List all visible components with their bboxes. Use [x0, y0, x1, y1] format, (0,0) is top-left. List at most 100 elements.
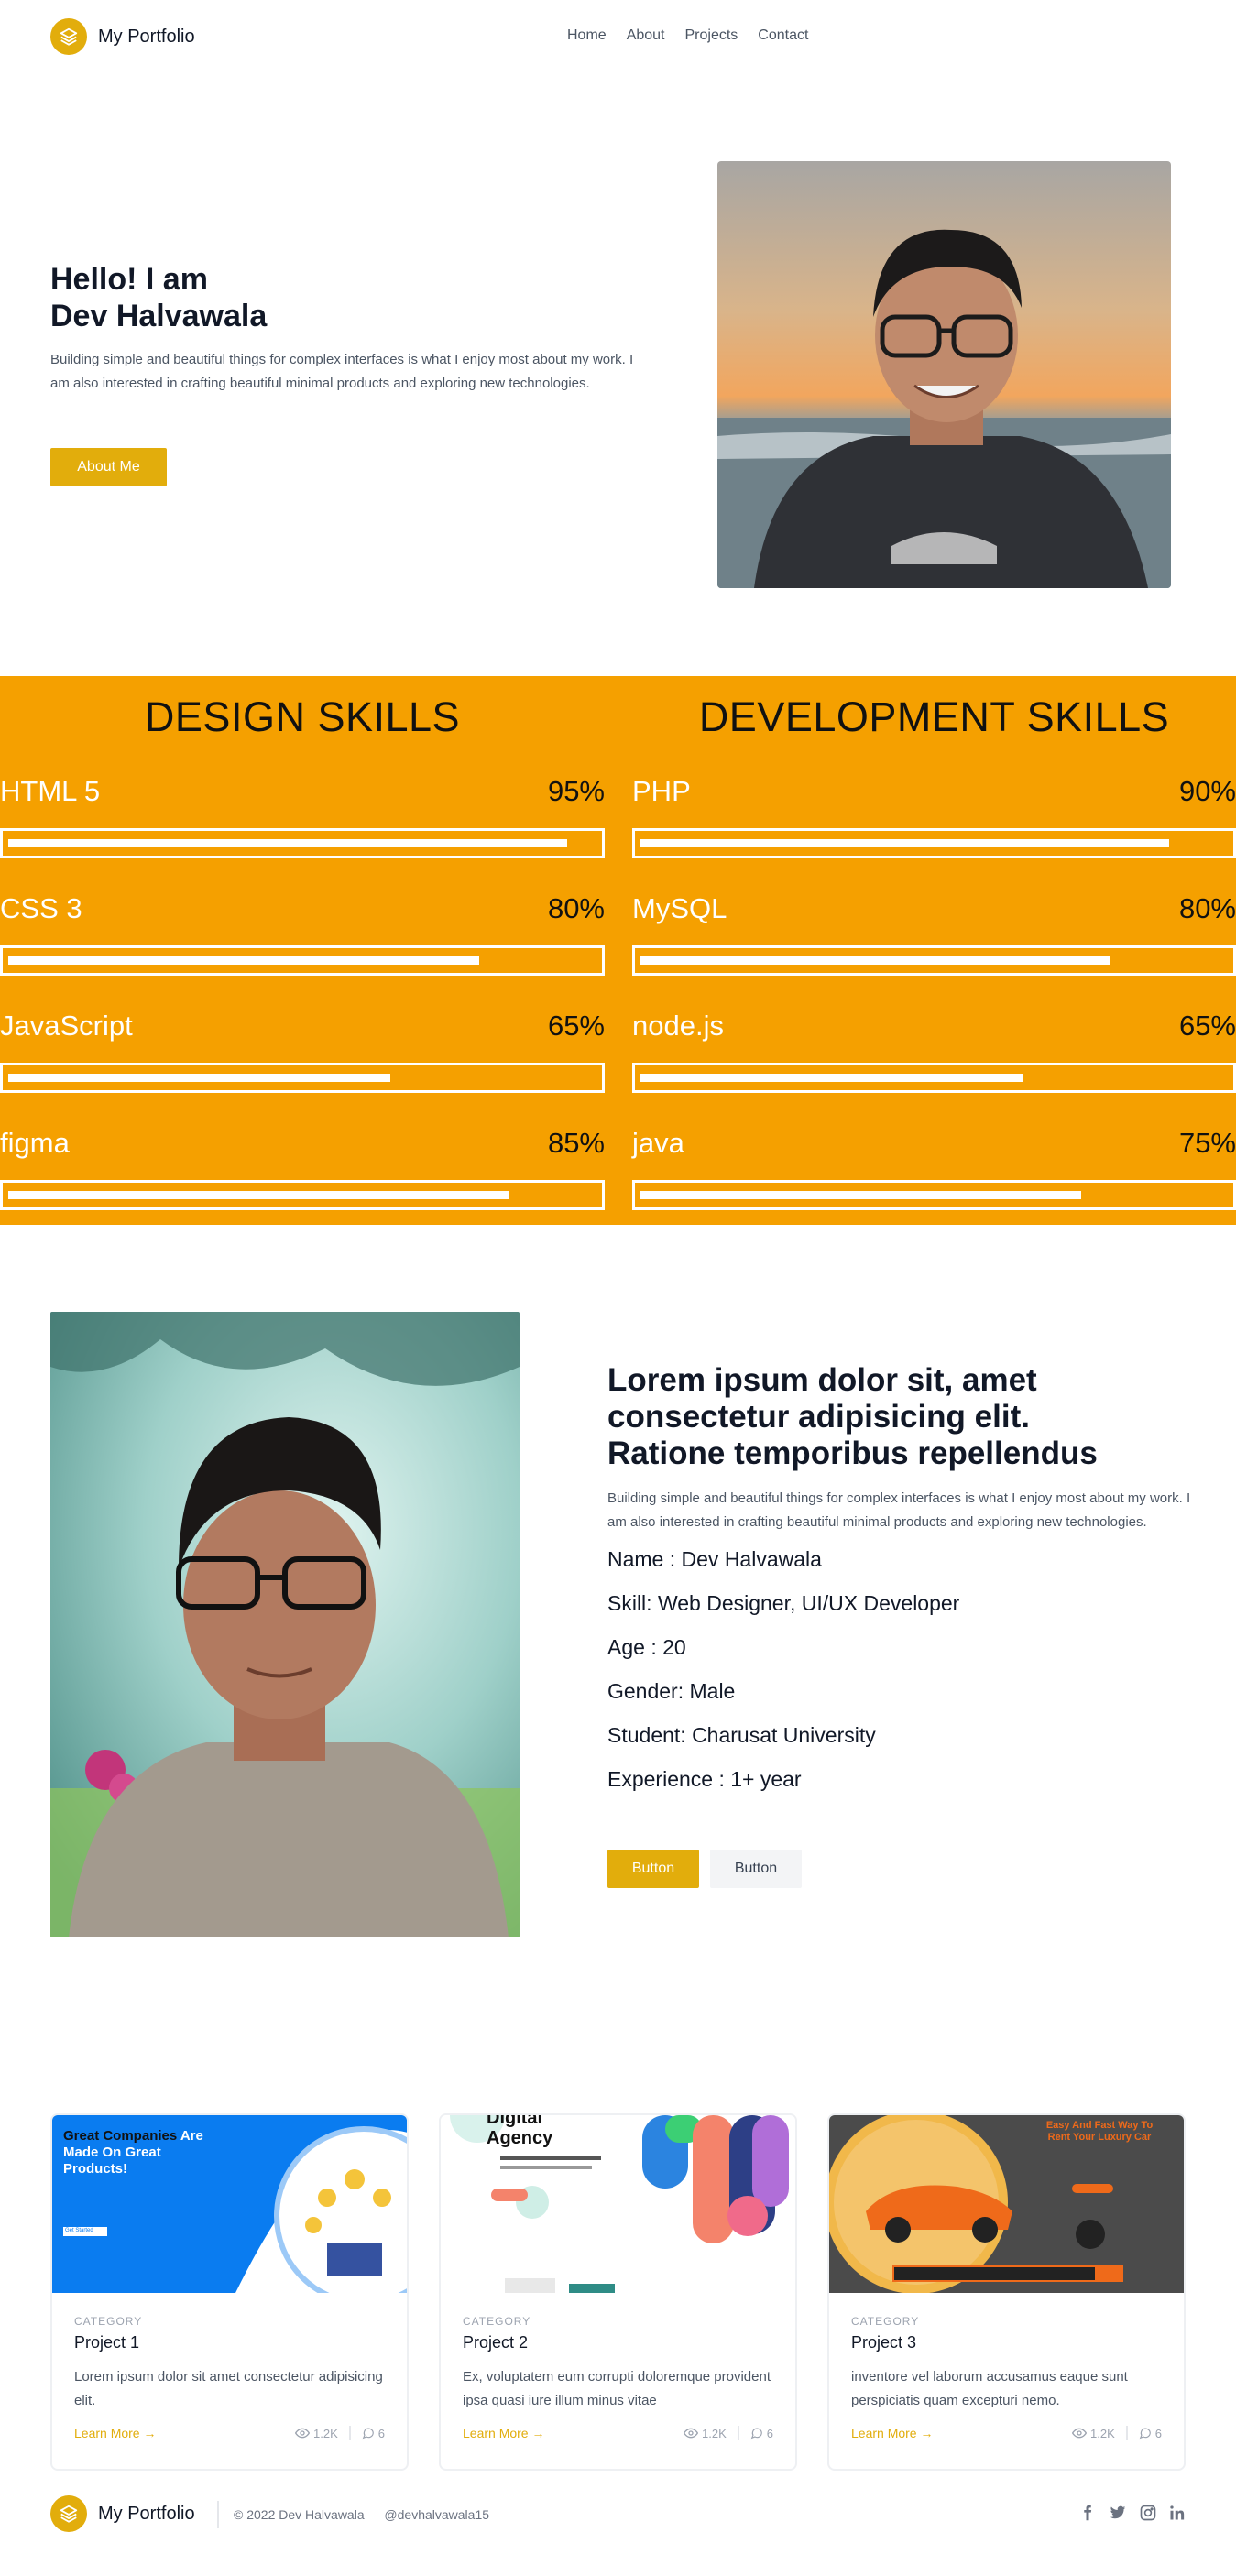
about-me-button[interactable]: About Me: [50, 448, 167, 486]
fact-experience: Experience : 1+ year: [607, 1767, 802, 1791]
skill-percent: 65%: [1178, 1010, 1236, 1042]
skill-progress-bar: [0, 1063, 605, 1093]
fact-gender: Gender: Male: [607, 1679, 736, 1703]
main-nav: Home About Projects Contact: [567, 27, 808, 44]
learn-more-label: Learn More: [74, 2426, 140, 2440]
thumb-cta: Get Started: [65, 2228, 93, 2233]
nav-contact[interactable]: Contact: [758, 27, 808, 44]
footer-logo-text: My Portfolio: [98, 2503, 195, 2524]
card-description: inventore vel laborum accusamus eaque su…: [851, 2369, 1128, 2408]
project-thumbnail: Easy And Fast Way To Rent Your Luxury Ca…: [829, 2115, 1184, 2293]
skill-percent: 85%: [547, 1127, 605, 1159]
card-title: Project 2: [463, 2333, 529, 2352]
skill-percent: 65%: [547, 1010, 605, 1042]
comment-icon: [750, 2428, 762, 2440]
about-description: Building simple and beautiful things for…: [607, 1490, 1191, 1530]
skill-name: MySQL: [632, 892, 727, 924]
footer-handle-link[interactable]: @devhalvawala15: [384, 2507, 489, 2522]
project-card[interactable]: Digital Agency CATEGORY Project 2 Ex, vo…: [439, 2113, 797, 2471]
card-category: CATEGORY: [463, 2315, 531, 2328]
thumb-text: Easy And Fast Way To: [1045, 2120, 1154, 2131]
thumb-text: Made On Great: [63, 2145, 161, 2160]
comment-icon: [1139, 2428, 1151, 2440]
skills-section: DESIGN SKILLS HTML 5 95% CSS 3 80% JavaS…: [0, 676, 1236, 1225]
comment-icon: [362, 2428, 374, 2440]
design-skills-heading: DESIGN SKILLS: [144, 693, 461, 740]
skill-percent: 75%: [1178, 1127, 1236, 1159]
skill-progress-fill: [640, 956, 1110, 965]
card-body: CATEGORY Project 1 Lorem ipsum dolor sit…: [52, 2293, 407, 2440]
hero-title: Hello! I am Dev Halvawala: [50, 261, 267, 334]
instagram-icon[interactable]: [1140, 2505, 1156, 2521]
about-title-line1: Lorem ipsum dolor sit, amet: [607, 1362, 1037, 1398]
thumb-headline: Digital Agency: [487, 2115, 552, 2148]
card-stats: 1.2K 6: [1072, 2426, 1162, 2440]
skill-progress-bar: [632, 828, 1236, 858]
skill-percent: 80%: [1178, 892, 1236, 924]
views-count: 1.2K: [313, 2426, 338, 2440]
twitter-icon[interactable]: [1109, 2505, 1127, 2521]
thumb-text: Great Companies: [63, 2128, 178, 2144]
skill-item: JavaScript 65%: [0, 988, 605, 1105]
hero-photo: [717, 161, 1171, 588]
thumb-text: Digital: [487, 2115, 543, 2128]
linkedin-icon[interactable]: [1169, 2505, 1186, 2521]
nav-home[interactable]: Home: [567, 27, 607, 44]
primary-button[interactable]: Button: [607, 1850, 699, 1888]
nav-about[interactable]: About: [627, 27, 665, 44]
development-skills: DEVELOPMENT SKILLS PHP 90% MySQL 80% nod…: [632, 676, 1236, 1222]
skill-progress-fill: [640, 1191, 1081, 1199]
about-buttons: Button Button: [607, 1850, 802, 1888]
social-links: [1079, 2505, 1186, 2521]
views-count: 1.2K: [1090, 2426, 1115, 2440]
thumb-text: Rent Your Luxury Car: [1047, 2132, 1152, 2143]
design-skills: DESIGN SKILLS HTML 5 95% CSS 3 80% JavaS…: [0, 676, 605, 1222]
card-footer: Learn More → 1.2K 6: [74, 2426, 385, 2440]
card-title: Project 1: [74, 2333, 140, 2352]
facebook-icon[interactable]: [1079, 2505, 1096, 2521]
learn-more-link[interactable]: Learn More →: [74, 2426, 156, 2440]
logo-stack-icon: [50, 18, 87, 55]
skill-name: PHP: [632, 775, 691, 807]
card-footer: Learn More → 1.2K 6: [851, 2426, 1162, 2440]
views-count: 1.2K: [702, 2426, 727, 2440]
arrow-right-icon: →: [143, 2426, 157, 2440]
hero-description: Building simple and beautiful things for…: [50, 352, 634, 391]
fact-skill: Skill: Web Designer, UI/UX Developer: [607, 1591, 960, 1615]
nav-projects[interactable]: Projects: [685, 27, 738, 44]
skill-progress-fill: [640, 1074, 1023, 1082]
skill-percent: 95%: [547, 775, 605, 807]
site-header: My Portfolio Home About Projects Contact: [0, 0, 1236, 73]
learn-more-link[interactable]: Learn More →: [851, 2426, 933, 2440]
fact-student: Student: Charusat University: [607, 1723, 876, 1747]
comments-count: 6: [377, 2426, 385, 2440]
skill-item: node.js 65%: [632, 988, 1236, 1105]
footer-logo[interactable]: My Portfolio: [50, 2495, 195, 2532]
about-title: Lorem ipsum dolor sit, amet consectetur …: [607, 1362, 1194, 1472]
skill-name: figma: [0, 1127, 70, 1159]
learn-more-link[interactable]: Learn More →: [463, 2426, 544, 2440]
footer-divider: [217, 2501, 219, 2528]
project-card[interactable]: Easy And Fast Way To Rent Your Luxury Ca…: [827, 2113, 1186, 2471]
skill-progress-fill: [640, 839, 1169, 847]
card-stats: 1.2K 6: [295, 2426, 385, 2440]
project-card[interactable]: Great Companies Are Made On Great Produc…: [50, 2113, 409, 2471]
about-facts-list: Name : Dev Halvawala Skill: Web Designer…: [607, 1537, 959, 1801]
secondary-button[interactable]: Button: [710, 1850, 802, 1888]
logo-stack-icon: [50, 2495, 87, 2532]
logo[interactable]: My Portfolio: [50, 18, 195, 55]
about-title-line2: consectetur adipisicing elit.: [607, 1399, 1030, 1435]
eye-icon: [1072, 2428, 1088, 2439]
hero-title-line1: Hello! I am: [50, 262, 208, 297]
skill-name: CSS 3: [0, 892, 82, 924]
eye-icon: [684, 2428, 699, 2439]
hero-section: Hello! I am Dev Halvawala Building simpl…: [0, 73, 1236, 676]
skill-progress-bar: [0, 945, 605, 976]
views-stat: 1.2K: [295, 2426, 351, 2440]
comments-stat: 6: [351, 2427, 385, 2440]
skill-progress-fill: [8, 839, 567, 847]
skill-progress-bar: [0, 1180, 605, 1210]
skill-progress-fill: [8, 1191, 509, 1199]
skill-progress-bar: [632, 1063, 1236, 1093]
skill-item: PHP 90%: [632, 753, 1236, 870]
